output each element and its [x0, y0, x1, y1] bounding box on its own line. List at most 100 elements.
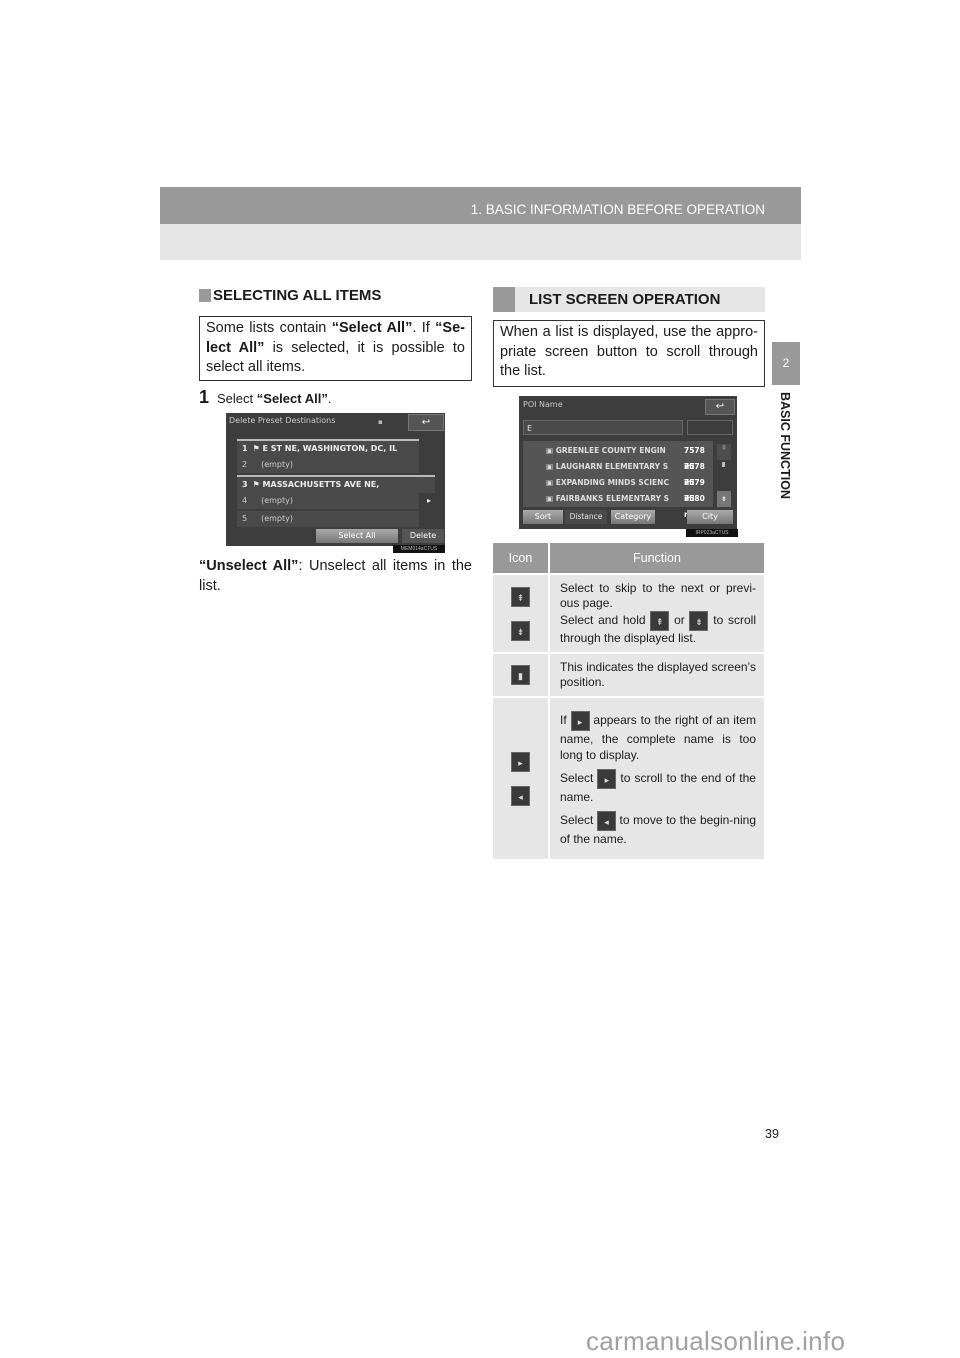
function-cell: If ▸ appears to the right of an item nam…: [549, 696, 764, 859]
image-caption: IRP023aCTUS: [686, 529, 738, 537]
list-item[interactable]: ▣ GREENLEE COUNTY ENGIN 7578 mi: [524, 443, 709, 471]
screen-title: Delete Preset Destinations: [229, 416, 336, 425]
search-input[interactable]: E: [523, 420, 683, 435]
chapter-label-text: BASIC FUNCTION: [778, 392, 792, 499]
chapter-tab: 2: [772, 342, 800, 385]
back-arrow-icon: ↩: [715, 401, 725, 412]
scroll-position-icon[interactable]: [722, 462, 725, 467]
chapter-label: BASIC FUNCTION: [772, 392, 800, 512]
step-number: 1: [199, 387, 210, 407]
column-header-icon: Icon: [493, 543, 550, 574]
back-to-start-icon: ◂: [511, 785, 530, 806]
table-header-row: Icon Function: [493, 543, 764, 574]
back-arrow-icon: ↩: [421, 417, 431, 428]
function-cell: This indicates the displayed screen’s po…: [549, 652, 764, 697]
function-text: This indicates the displayed screen’s po…: [560, 660, 756, 689]
note-box-select-all: Some lists contain “Select All”. If “Se-…: [199, 316, 472, 381]
unselect-all-description: “Unselect All”: Unselect all items in th…: [199, 557, 472, 596]
item-number: 1: [242, 444, 248, 453]
function-text: or: [674, 613, 685, 628]
step-1: 1 Select “Select All”.: [199, 387, 331, 408]
heading-square-icon: [199, 289, 211, 302]
running-header: 1. BASIC INFORMATION BEFORE OPERATION: [160, 187, 801, 224]
item-text: E ST NE, WASHINGTON, DC, IL: [262, 444, 398, 453]
list-item[interactable]: 4 (empty): [237, 493, 419, 509]
sort-mode-value: Distance: [565, 510, 607, 524]
section-heading-selecting-all: SELECTING ALL ITEMS: [199, 287, 381, 304]
item-text: (empty): [261, 514, 293, 523]
unselect-term: “Unselect All”: [199, 558, 299, 574]
function-text: Select to skip to the next or previ-ous …: [560, 581, 756, 610]
category-button[interactable]: Category: [611, 510, 655, 524]
step-term: “Select All”: [256, 391, 328, 406]
page-up-icon: ⇞: [650, 611, 670, 631]
chapter-number: 2: [782, 356, 790, 370]
page-down-icon[interactable]: ⇟: [717, 491, 731, 507]
item-text: (empty): [261, 496, 293, 505]
poi-category-icon: ▣: [546, 446, 554, 455]
item-number: 2: [242, 460, 248, 469]
column-header-function: Function: [549, 543, 764, 574]
function-text: Select and hold: [560, 613, 646, 628]
heading-text: SELECTING ALL ITEMS: [213, 287, 382, 304]
item-text: (empty): [261, 460, 293, 469]
back-button[interactable]: ↩: [408, 414, 444, 431]
list-item[interactable]: 2 (empty): [237, 457, 419, 473]
note-text: Some lists contain: [206, 320, 332, 336]
screenshot-delete-preset-destinations: Delete Preset Destinations ▪ ↩ 1 ⚑ E ST N…: [226, 413, 445, 546]
back-to-start-icon: ◂: [596, 810, 616, 831]
expand-name-icon: ▸: [570, 710, 590, 731]
heading-square-icon: [493, 287, 515, 312]
screen-title: POI Name: [523, 400, 563, 409]
item-number: 3: [242, 480, 248, 489]
list-item[interactable]: ▣ FAIRBANKS ELEMENTARY S7580 mi: [524, 491, 709, 519]
icon-cell: ▸ ◂: [493, 696, 550, 859]
function-text: appears to the right of an item name, th…: [560, 712, 756, 762]
city-button[interactable]: City: [687, 510, 733, 524]
function-cell: Select to skip to the next or previ-ous …: [549, 573, 764, 653]
delete-button[interactable]: Delete: [402, 529, 444, 543]
list-item[interactable]: ▣ EXPANDING MINDS SCIENC 7579 mi: [524, 475, 709, 503]
screenshot-poi-name-list: POI Name ↩ E ▣ GREENLEE COUNTY ENGIN 7578…: [519, 396, 737, 529]
poi-name: LAUGHARN ELEMENTARY S: [555, 462, 669, 471]
poi-category-icon: ▣: [546, 462, 554, 471]
scroll-indicator-icon: ▪: [378, 418, 383, 426]
note-text: When a list is displayed, use the appro-…: [500, 324, 758, 379]
note-term: “Select All”: [331, 320, 413, 336]
image-caption: MEM014aCTUS: [393, 545, 445, 553]
page-up-icon[interactable]: ⇞: [717, 444, 731, 460]
table-row: ▮ This indicates the displayed screen’s …: [493, 652, 764, 697]
header-band: [160, 224, 801, 260]
note-box-list-operation: When a list is displayed, use the appro-…: [493, 320, 765, 387]
list-item[interactable]: 3⚑ MASSACHUSETTS AVE NE, WASHINGTON,▸: [237, 475, 435, 505]
icon-cell: ⇞ ⇟: [493, 573, 550, 653]
watermark: carmanualsonline.info: [586, 1326, 846, 1356]
icon-function-table: Icon Function ⇞ ⇟ Select to skip to the …: [493, 543, 764, 859]
poi-category-icon: ▣: [546, 478, 554, 487]
running-header-title: 1. BASIC INFORMATION BEFORE OPERATION: [470, 202, 765, 217]
heading-text: LIST SCREEN OPERATION: [529, 291, 721, 308]
expand-name-icon: ▸: [511, 751, 530, 772]
function-text: Select: [560, 770, 594, 785]
back-button[interactable]: ↩: [705, 399, 735, 415]
flag-icon: ⚑: [252, 444, 260, 453]
section-heading-list-screen-operation: LIST SCREEN OPERATION: [493, 287, 765, 312]
icon-cell: ▮: [493, 652, 550, 697]
step-text: Select: [217, 391, 254, 406]
list-item[interactable]: 5 (empty): [237, 511, 419, 527]
step-suffix: .: [327, 391, 332, 406]
list-item[interactable]: ▣ LAUGHARN ELEMENTARY S 7578 mi: [524, 459, 709, 487]
note-text: . If: [412, 320, 436, 336]
poi-name: FAIRBANKS ELEMENTARY S: [555, 494, 670, 503]
function-text: Select: [560, 812, 594, 827]
page-up-icon: ⇞: [511, 586, 530, 607]
select-all-button[interactable]: Select All: [316, 529, 398, 543]
scroll-position-icon: ▮: [511, 665, 530, 685]
expand-name-icon: ▸: [597, 768, 617, 789]
list-item[interactable]: 1 ⚑ E ST NE, WASHINGTON, DC, IL: [237, 439, 419, 457]
sort-button[interactable]: Sort: [523, 510, 563, 524]
poi-category-icon: ▣: [546, 494, 554, 503]
expand-name-icon[interactable]: ▸: [427, 493, 431, 509]
function-text: If: [560, 712, 567, 727]
poi-name: EXPANDING MINDS SCIENC: [555, 478, 669, 487]
